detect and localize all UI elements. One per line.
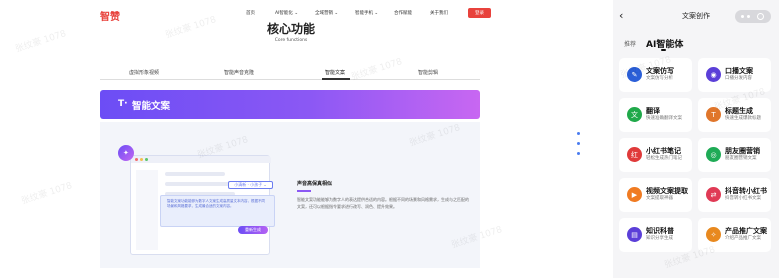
agent-card[interactable]: ◎ 朋友圈营销 朋友圈营销文案 bbox=[698, 138, 771, 172]
login-button[interactable]: 登录 bbox=[468, 8, 491, 18]
title-icon: T bbox=[706, 107, 721, 122]
more-dot-icon bbox=[747, 15, 750, 18]
agent-card-desc: 抖音转小红书文案 bbox=[725, 196, 761, 201]
mock-sidebar bbox=[136, 170, 158, 250]
nav-ai[interactable]: AI智能化 ⌄ bbox=[275, 10, 298, 16]
more-dot-icon bbox=[741, 15, 744, 18]
agent-card[interactable]: ▶ 视频文案提取 文案提取神器 bbox=[619, 178, 692, 212]
agent-card-title: 标题生成 bbox=[725, 107, 753, 115]
nav-phone[interactable]: 智能手机 ⌄ bbox=[355, 10, 378, 16]
active-tab-underline bbox=[322, 78, 350, 80]
nav-cooperation[interactable]: 合作赋能 bbox=[394, 10, 412, 16]
close-dot-icon bbox=[135, 158, 138, 161]
note-icon: 红 bbox=[627, 147, 642, 162]
pager-dot[interactable] bbox=[577, 132, 580, 135]
agent-card-desc: 文案仿写分析 bbox=[646, 76, 673, 81]
feature-banner: T· 智能文案 bbox=[100, 90, 480, 119]
feature-tabs: 虚拟形象视频 智能声音克隆 智能文案 智能剪辑 bbox=[100, 66, 480, 80]
mock-generated-text: 智能文案功能能够为数字人文案生成高质量文本内容，根据不同场景和风格要求，生成最合… bbox=[160, 195, 275, 227]
active-tab-indicator bbox=[661, 49, 666, 51]
feature-heading-underline bbox=[297, 190, 311, 192]
feature-heading: 声音高保真相似 bbox=[297, 181, 333, 187]
pen-icon: ✎ bbox=[627, 67, 642, 82]
book-icon: ▤ bbox=[627, 227, 642, 242]
translate-icon: 文 bbox=[627, 107, 642, 122]
agent-card-desc: 快速生成爆款标题 bbox=[725, 116, 761, 121]
agent-card-title: 朋友圈营销 bbox=[725, 147, 760, 155]
video-icon: ▶ bbox=[627, 187, 642, 202]
megaphone-icon: ✧ bbox=[706, 227, 721, 242]
agent-card[interactable]: ⇄ 抖音转小红书 抖音转小红书文案 bbox=[698, 178, 771, 212]
agent-card-title: 小红书笔记 bbox=[646, 147, 681, 155]
wechat-icon: ◎ bbox=[706, 147, 721, 162]
ai-sparkle-icon: ✦ bbox=[118, 145, 134, 161]
convert-icon: ⇄ bbox=[706, 187, 721, 202]
pager-dots bbox=[577, 132, 580, 162]
agent-card-title: 口播文案 bbox=[725, 67, 753, 75]
agent-card-desc: 轻松生成热门笔记 bbox=[646, 156, 682, 161]
maximize-dot-icon bbox=[145, 158, 148, 161]
nav-home[interactable]: 首页 bbox=[246, 10, 255, 16]
agent-card[interactable]: ✧ 产品推广文案 介绍产品推广文案 bbox=[698, 218, 771, 252]
agent-card-desc: 快速准确翻译文案 bbox=[646, 116, 682, 121]
agent-card[interactable]: ✎ 文案仿写 文案仿写分析 bbox=[619, 58, 692, 92]
agent-card[interactable]: ▤ 知识科普 知识分享生成 bbox=[619, 218, 692, 252]
tab-recommend[interactable]: 推荐 bbox=[624, 39, 636, 48]
text-icon: T· bbox=[118, 99, 128, 109]
tab-smart-copy[interactable]: 智能文案 bbox=[325, 69, 345, 76]
banner-title: 智能文案 bbox=[132, 101, 171, 112]
nav-marketing[interactable]: 全域营销 ⌄ bbox=[315, 10, 338, 16]
agent-card-title: 产品推广文案 bbox=[725, 227, 767, 235]
agent-card-desc: 朋友圈营销文案 bbox=[725, 156, 757, 161]
agent-card-title: 视频文案提取 bbox=[646, 187, 688, 195]
agent-card-desc: 介绍产品推广文案 bbox=[725, 236, 761, 241]
close-circle-icon bbox=[757, 13, 764, 20]
tab-smart-edit[interactable]: 智能剪辑 bbox=[418, 69, 438, 76]
agent-card-title: 抖音转小红书 bbox=[725, 187, 767, 195]
website-panel: 智赞 首页 AI智能化 ⌄ 全域营销 ⌄ 智能手机 ⌄ 合作赋能 关于我们 登录… bbox=[0, 0, 582, 278]
style-select[interactable]: 小清新 · 小孩子 ⌄ bbox=[228, 181, 273, 189]
mic-icon: ◉ bbox=[706, 67, 721, 82]
regenerate-button[interactable]: 重新生成 bbox=[238, 226, 268, 234]
agent-card[interactable]: 文 翻译 快速准确翻译文案 bbox=[619, 98, 692, 132]
agent-card-desc: 口播分发内容 bbox=[725, 76, 752, 81]
agent-card-desc: 知识分享生成 bbox=[646, 236, 673, 241]
minimize-dot-icon bbox=[140, 158, 143, 161]
agent-card[interactable]: ◉ 口播文案 口播分发内容 bbox=[698, 58, 771, 92]
tab-avatar-video[interactable]: 虚拟形象视频 bbox=[129, 69, 159, 76]
mock-window-bar bbox=[131, 156, 271, 163]
agent-card[interactable]: T 标题生成 快速生成爆款标题 bbox=[698, 98, 771, 132]
feature-description: 智能文案功能能够为数字人的表达提供合适的内容。根据不同的场景和风格需求，生成与之… bbox=[297, 197, 469, 209]
pager-dot[interactable] bbox=[577, 142, 580, 145]
section-subtitle: Core functions bbox=[274, 38, 308, 43]
agent-card[interactable]: 红 小红书笔记 轻松生成热门笔记 bbox=[619, 138, 692, 172]
section-title: 核心功能 bbox=[266, 22, 315, 36]
agent-card-title: 知识科普 bbox=[646, 227, 674, 235]
agent-card-title: 翻译 bbox=[646, 107, 660, 115]
nav-about[interactable]: 关于我们 bbox=[430, 10, 448, 16]
agent-card-title: 文案仿写 bbox=[646, 67, 674, 75]
placeholder-line bbox=[165, 172, 225, 176]
menu-capsule[interactable] bbox=[735, 10, 771, 23]
pager-dot[interactable] bbox=[577, 152, 580, 155]
agent-card-desc: 文案提取神器 bbox=[646, 196, 673, 201]
mock-text: 智能文案功能能够为数字人文案生成高质量文本内容，根据不同场景和风格要求，生成最合… bbox=[167, 199, 265, 208]
watermark: 张纹豪 1078 bbox=[20, 181, 74, 207]
tab-voice-clone[interactable]: 智能声音克隆 bbox=[224, 69, 254, 76]
copywriting-app-panel: ‹ 文案创作 推荐 AI智能体 ✎ 文案仿写 文案仿写分析 ◉ 口播文案 口播分… bbox=[613, 0, 779, 278]
